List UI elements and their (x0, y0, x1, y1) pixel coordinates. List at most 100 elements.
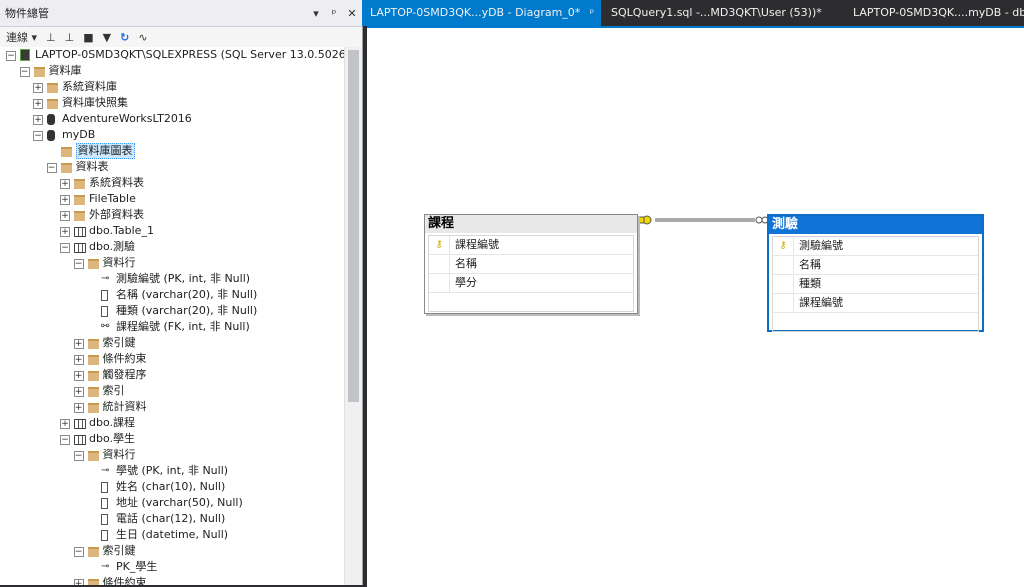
folder-icon (87, 339, 99, 349)
folder-icon (33, 67, 45, 77)
collapse-icon[interactable]: − (60, 435, 70, 445)
tab-table-design[interactable]: LAPTOP-0SMD3QK....myDB - dbo.測驗 (845, 0, 1024, 26)
tree-node[interactable]: + 觸發程序 (0, 367, 344, 383)
expand-icon[interactable]: + (33, 83, 43, 93)
diagram-table-title[interactable]: 課程 (425, 215, 637, 233)
tree-node[interactable]: + AdventureWorksLT2016 (0, 111, 344, 127)
connect-button[interactable]: 連線 ▾ (6, 29, 37, 45)
collapse-icon[interactable]: − (60, 243, 70, 253)
expand-icon[interactable]: + (60, 179, 70, 189)
filter-icon[interactable]: ▼ (103, 31, 111, 44)
dropdown-icon[interactable]: ▾ (308, 7, 324, 20)
tree-node[interactable]: + 索引鍵 (0, 335, 344, 351)
diagram-table-title[interactable]: 測驗 (769, 216, 982, 234)
expand-icon[interactable]: + (60, 195, 70, 205)
tree-node[interactable]: 資料庫圖表 (0, 143, 344, 159)
diagram-empty-row[interactable] (773, 313, 978, 331)
tree-node[interactable]: ⊸ 測驗編號 (PK, int, 非 Null) (0, 271, 344, 287)
tab-sqlquery[interactable]: SQLQuery1.sql -...MD3QKT\User (53))* (603, 0, 846, 26)
tree-node[interactable]: + dbo.課程 (0, 415, 344, 431)
column-icon (101, 530, 108, 541)
diagram-column-row[interactable]: ⚷ 測驗編號 (773, 237, 978, 256)
tree-node[interactable]: + FileTable (0, 191, 344, 207)
connect-icon[interactable]: ⊥ (46, 31, 56, 44)
tree-node[interactable]: 姓名 (char(10), Null) (0, 479, 344, 495)
tree-scrollbar[interactable] (344, 47, 362, 585)
expand-icon[interactable]: + (73, 339, 84, 349)
tree-node[interactable]: 名稱 (varchar(20), 非 Null) (0, 287, 344, 303)
expand-icon[interactable]: + (73, 371, 84, 381)
diagram-empty-row[interactable] (429, 293, 633, 311)
tree-node[interactable]: + 索引 (0, 383, 344, 399)
refresh-icon[interactable]: ↻ (120, 31, 129, 44)
expand-icon[interactable]: + (60, 211, 70, 221)
tree-node-label: 學號 (PK, int, 非 Null) (116, 464, 229, 477)
tree-node[interactable]: + 條件約束 (0, 351, 344, 367)
activity-monitor-icon[interactable]: ∿ (138, 31, 147, 44)
close-icon[interactable]: ✕ (344, 7, 360, 20)
tree-node[interactable]: 種類 (varchar(20), 非 Null) (0, 303, 344, 319)
expand-icon[interactable]: + (33, 99, 43, 109)
tree-node[interactable]: − 資料行 (0, 255, 344, 271)
diagram-column-row[interactable]: 課程編號 (773, 294, 978, 313)
primary-key-icon: ⊸ (101, 465, 110, 476)
diagram-column-row[interactable]: 名稱 (429, 255, 633, 274)
primary-key-icon: ⚷ (429, 236, 450, 254)
tree-node-label: 地址 (varchar(50), Null) (116, 496, 243, 509)
tree-node[interactable]: ⊸ PK_學生 (0, 559, 344, 575)
expand-icon[interactable]: + (73, 579, 84, 585)
tree-node-label: 名稱 (varchar(20), 非 Null) (116, 288, 258, 301)
diagram-table-columns: ⚷ 課程編號 名稱 學分 (428, 235, 634, 312)
collapse-icon[interactable]: − (73, 451, 84, 461)
tree-node[interactable]: + 統計資料 (0, 399, 344, 415)
collapse-icon[interactable]: − (73, 547, 84, 557)
collapse-icon[interactable]: − (6, 51, 16, 61)
disconnect-icon[interactable]: ⊥ (65, 31, 75, 44)
diagram-column-row[interactable]: ⚷ 課程編號 (429, 236, 633, 255)
tree-node[interactable]: − 索引鍵 (0, 543, 344, 559)
tree-node[interactable]: + 條件約束 (0, 575, 344, 585)
expand-icon[interactable]: + (73, 403, 84, 413)
tree-node[interactable]: 地址 (varchar(50), Null) (0, 495, 344, 511)
expand-icon[interactable]: + (73, 355, 84, 365)
tree-node-label: 資料庫 (48, 64, 82, 77)
column-name: 種類 (799, 277, 821, 290)
tree-node[interactable]: − dbo.測驗 (0, 239, 344, 255)
pin-icon[interactable]: ᵖ (326, 7, 342, 20)
tree-node[interactable]: − dbo.學生 (0, 431, 344, 447)
tree-node[interactable]: ⊸ 學號 (PK, int, 非 Null) (0, 463, 344, 479)
diagram-column-row[interactable]: 學分 (429, 274, 633, 293)
collapse-icon[interactable]: − (33, 131, 43, 141)
collapse-icon[interactable]: − (19, 67, 30, 77)
expand-icon[interactable]: + (33, 115, 43, 125)
tree-node[interactable]: + 系統資料表 (0, 175, 344, 191)
tree-node[interactable]: + 外部資料表 (0, 207, 344, 223)
diagram-column-row[interactable]: 種類 (773, 275, 978, 294)
tree-node[interactable]: − 資料表 (0, 159, 344, 175)
tree-node[interactable]: 電話 (char(12), Null) (0, 511, 344, 527)
expand-icon[interactable]: + (60, 227, 70, 237)
tree-node[interactable]: + 系統資料庫 (0, 79, 344, 95)
tree-node[interactable]: 生日 (datetime, Null) (0, 527, 344, 543)
tree-node[interactable]: − 資料庫 (0, 63, 344, 79)
diagram-column-row[interactable]: 名稱 (773, 256, 978, 275)
tree-node[interactable]: − LAPTOP-0SMD3QKT\SQLEXPRESS (SQL Server … (0, 47, 344, 63)
tab-diagram[interactable]: LAPTOP-0SMD3QK...yDB - Diagram_0* ᵖ ✕ (362, 0, 601, 26)
tree-node[interactable]: + 資料庫快照集 (0, 95, 344, 111)
stop-icon[interactable]: ■ (83, 31, 93, 44)
diagram-table-quiz[interactable]: 測驗 ⚷ 測驗編號 名稱 種類 課程編號 (767, 214, 984, 332)
diagram-table-course[interactable]: 課程 ⚷ 課程編號 名稱 學分 (424, 214, 638, 314)
tree-node[interactable]: − myDB (0, 127, 344, 143)
scrollbar-thumb[interactable] (348, 50, 359, 402)
expand-icon[interactable]: + (60, 419, 70, 429)
pin-icon[interactable]: ᵖ (590, 8, 594, 19)
collapse-icon[interactable]: − (46, 163, 57, 173)
row-selector (773, 294, 794, 312)
tree-node[interactable]: + dbo.Table_1 (0, 223, 344, 239)
expand-icon[interactable]: + (73, 387, 84, 397)
tree-node[interactable]: ⚯ 課程編號 (FK, int, 非 Null) (0, 319, 344, 335)
tree-node[interactable]: − 資料行 (0, 447, 344, 463)
diagram-canvas[interactable]: 課程 ⚷ 課程編號 名稱 學分 測驗 ⚷ 測驗編號 名稱 種類 課程編號 (367, 26, 1024, 587)
tree-node-label: 姓名 (char(10), Null) (116, 480, 226, 493)
collapse-icon[interactable]: − (73, 259, 84, 269)
